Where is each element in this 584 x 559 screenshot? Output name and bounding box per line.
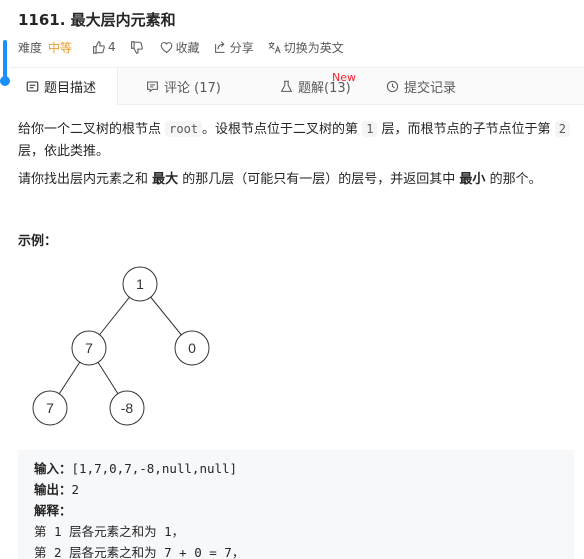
tab-comments[interactable]: 评论 (17) [118,68,240,105]
thumbs-down-icon [130,40,143,54]
inline-code: root [165,121,203,137]
bold-text: 最大 [152,172,179,187]
bold-text: 最小 [459,172,486,187]
problem-header: 1161. 最大层内元素和 难度 中等 4 收藏 分享 切换为英文 [18,10,584,55]
share-button[interactable]: 分享 [214,39,254,56]
text-segment: 给你一个二叉树的根节点 [18,122,166,137]
binary-tree-diagram: 1 7 0 7 -8 [32,266,210,426]
new-badge: New [332,71,356,84]
tab-submissions[interactable]: 提交记录 [366,68,486,105]
tree-node: 7 [32,390,68,426]
like-button[interactable]: 4 [92,40,116,54]
difficulty-badge: 中等 [48,40,73,55]
collect-label: 收藏 [175,40,200,55]
problem-meta: 难度 中等 4 收藏 分享 切换为英文 [18,38,358,56]
explain-label: 解释： [34,503,72,518]
description-icon [26,81,39,92]
heart-icon [160,41,172,53]
example-label: 示例： [18,234,58,249]
tree-node-value: 0 [188,340,196,356]
flask-icon [280,80,293,92]
tree-node-value: 7 [46,400,54,416]
language-switch-button[interactable]: 切换为英文 [268,39,344,56]
text-segment: 的那几层（可能只有一层）的层号，并返回其中 [178,172,460,187]
text-segment: 。设根节点位于二叉树的第 [202,122,363,137]
problem-description: 给你一个二叉树的根节点 root 。设根节点位于二叉树的第 1 层，而根节点的子节… [18,118,574,197]
scroll-track[interactable] [3,40,7,78]
input-value: [1,7,0,7,-8,null,null] [71,461,238,476]
input-label: 输入： [34,461,72,476]
tab-description-label: 题目描述 [44,81,97,96]
share-icon [214,40,225,53]
scroll-handle[interactable] [0,76,10,86]
comment-icon [147,81,158,93]
language-switch-label: 切换为英文 [283,40,344,55]
inline-code: 2 [554,121,570,137]
tree-node: 0 [174,330,210,366]
share-label: 分享 [229,40,254,55]
tree-node: 1 [122,266,158,302]
difficulty-label: 难度 [18,40,43,55]
tab-comments-label: 评论 (17) [164,81,221,96]
tree-node: -8 [109,390,145,426]
tab-description[interactable]: 题目描述 [10,68,118,105]
problem-title: 1161. 最大层内元素和 [18,11,176,29]
clock-icon [386,80,399,93]
tree-node: 7 [71,330,107,366]
example-explain-line: 解释： [34,500,574,521]
translate-icon [268,41,281,53]
explain-text-line: 第 1 层各元素之和为 1， [34,524,185,539]
explain-text-line: 第 2 层各元素之和为 7 + 0 = 7， [34,545,245,559]
inline-code: 1 [362,121,378,137]
example-output-line: 输出：2 [34,479,574,500]
thumbs-up-icon [93,40,105,54]
text-segment: 层，而根节点的子节点位于第 [377,122,555,137]
example-code-block: 输入：[1,7,0,7,-8,null,null] 输出：2 解释： 第 1 层… [18,450,574,559]
text-segment: 的那个。 [485,172,542,187]
tab-submissions-label: 提交记录 [404,81,457,96]
text-segment: 层，依此类推。 [18,144,110,159]
tab-solutions[interactable]: 题解(13) New [240,68,366,105]
tree-node-value: 1 [136,276,144,292]
text-segment: 请你找出层内元素之和 [18,172,153,187]
tab-bar: 题目描述 评论 (17) 题解(13) New 提交记录 [10,67,584,105]
tree-node-value: -8 [121,400,134,416]
left-scroll-indicator [0,0,10,559]
dislike-button[interactable] [130,40,146,54]
collect-button[interactable]: 收藏 [160,39,200,56]
description-paragraph-2: 请你找出层内元素之和 最大 的那几层（可能只有一层）的层号，并返回其中 最小 的… [18,169,574,191]
output-label: 输出： [34,482,72,497]
example-input-line: 输入：[1,7,0,7,-8,null,null] [34,458,574,479]
like-count: 4 [108,40,116,54]
output-value: 2 [71,482,80,497]
tree-node-value: 7 [85,340,93,356]
description-paragraph-1: 给你一个二叉树的根节点 root 。设根节点位于二叉树的第 1 层，而根节点的子节… [18,118,574,163]
